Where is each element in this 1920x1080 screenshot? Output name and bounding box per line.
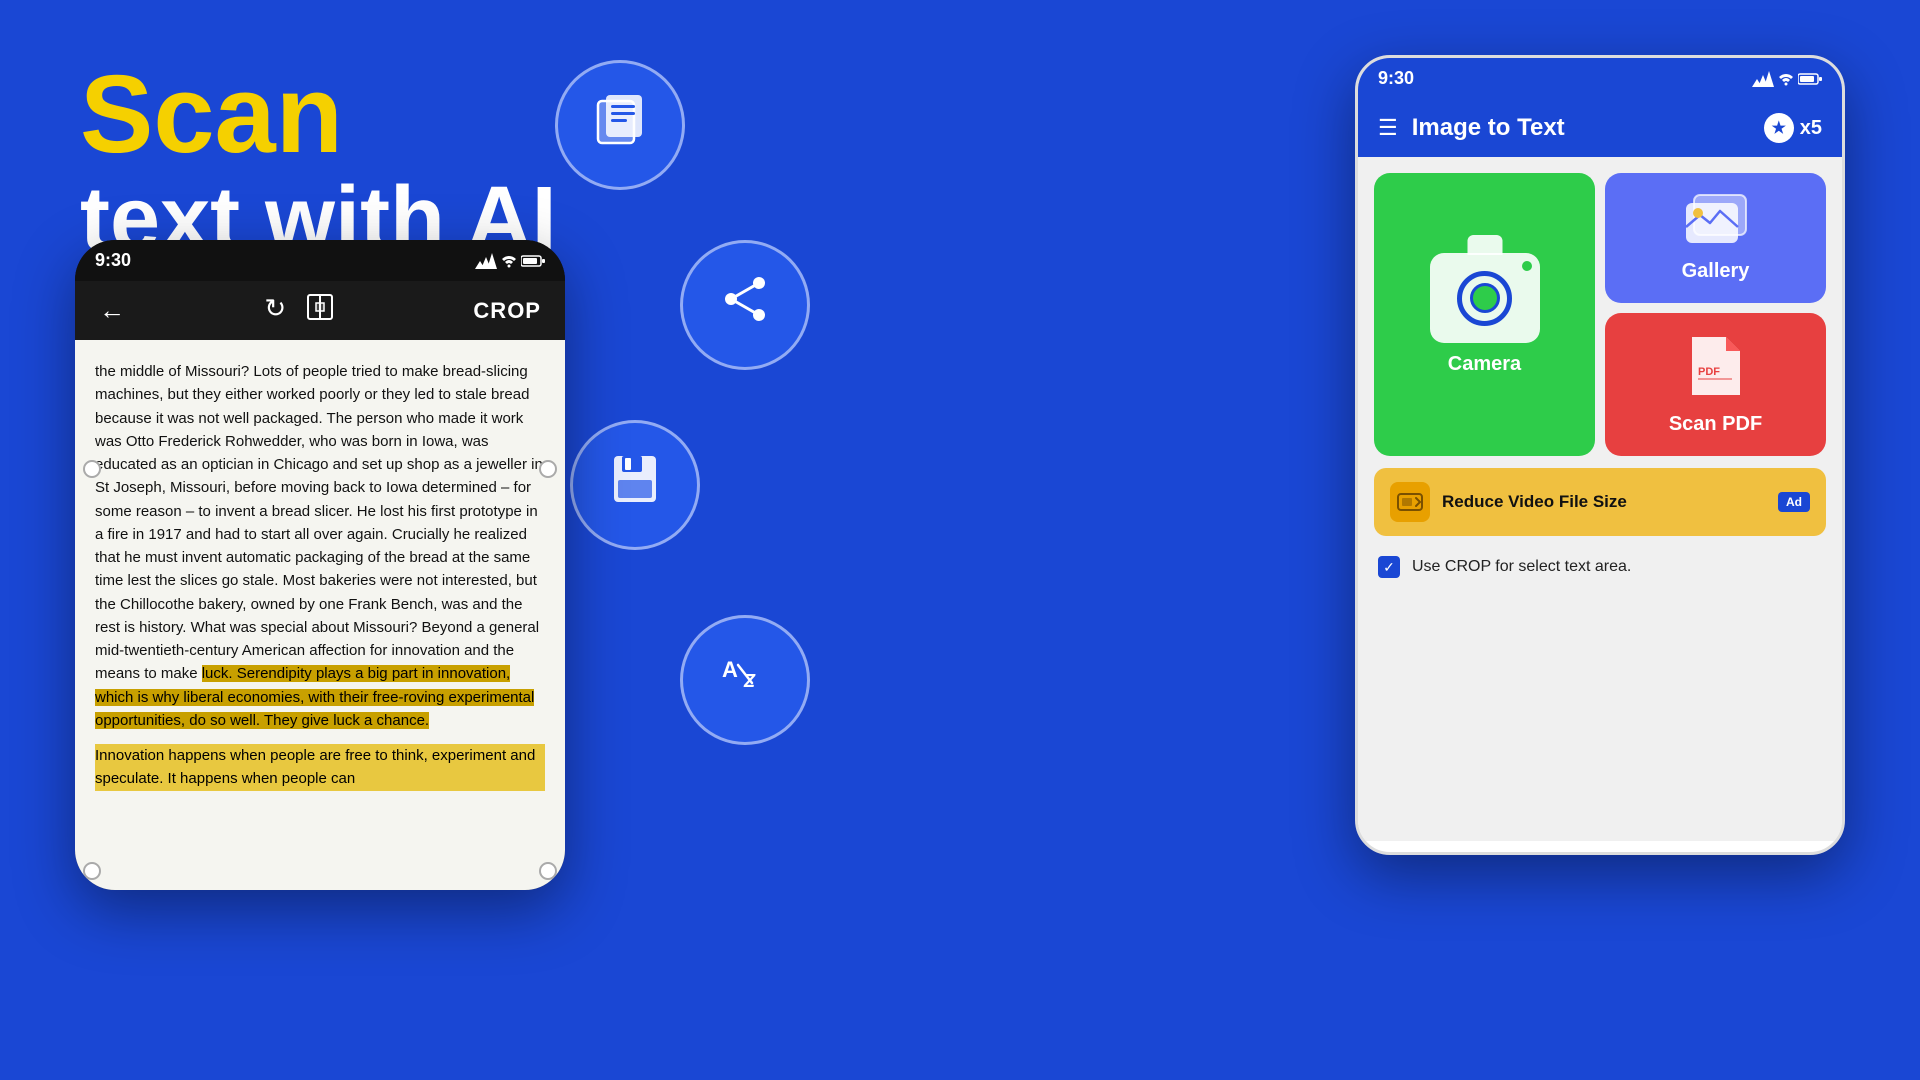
phone-right: 9:30 ☰ Image to Text ★ xyxy=(1355,55,1845,855)
phone-left: 9:30 ← ↻ xyxy=(75,240,565,890)
circle-docs[interactable] xyxy=(555,60,685,190)
phone-left-toolbar: ← ↻ CROP xyxy=(75,281,565,340)
svg-text:A: A xyxy=(722,657,738,682)
circle-share[interactable] xyxy=(680,240,810,370)
toolbar-center: ↻ xyxy=(264,293,334,328)
premium-count: x5 xyxy=(1800,117,1822,140)
crop-handle-bl[interactable] xyxy=(83,862,101,880)
crop-checkbox-label: Use CROP for select text area. xyxy=(1412,558,1631,576)
camera-icon xyxy=(1430,253,1540,343)
gallery-label: Gallery xyxy=(1682,260,1750,283)
camera-button[interactable]: Camera xyxy=(1374,173,1595,456)
pdf-label: Scan PDF xyxy=(1669,413,1762,436)
circle-translate[interactable]: A Z xyxy=(680,615,810,745)
highlighted-text-2: Innovation happens when people are free … xyxy=(95,744,545,791)
header-left: ☰ Image to Text xyxy=(1378,114,1565,142)
ad-text: Reduce Video File Size xyxy=(1442,492,1766,512)
body-text: the middle of Missouri? Lots of people t… xyxy=(95,360,545,732)
app-title: Image to Text xyxy=(1412,114,1565,142)
phone-right-body: Camera Gallery xyxy=(1358,157,1842,841)
hero-section: Scan text with AI xyxy=(80,60,557,269)
gallery-button[interactable]: Gallery xyxy=(1605,173,1826,303)
phone-left-time: 9:30 xyxy=(95,250,131,271)
svg-text:PDF: PDF xyxy=(1698,366,1720,378)
ad-banner[interactable]: Reduce Video File Size Ad xyxy=(1374,468,1826,536)
status-icons xyxy=(475,253,545,269)
hero-scan-label: Scan xyxy=(80,60,557,170)
ad-badge: Ad xyxy=(1778,492,1810,512)
phone-right-time: 9:30 xyxy=(1378,68,1414,89)
crop-handle-tl[interactable] xyxy=(83,460,101,478)
crop-handle-br[interactable] xyxy=(539,862,557,880)
ad-icon xyxy=(1390,482,1430,522)
right-status-icons xyxy=(1752,71,1822,87)
crop-checkbox[interactable]: ✓ xyxy=(1378,556,1400,578)
checkbox-check: ✓ xyxy=(1383,559,1395,576)
scan-grid: Camera Gallery xyxy=(1374,173,1826,456)
phone-right-header: ☰ Image to Text ★ x5 xyxy=(1358,99,1842,157)
camera-lens-inner xyxy=(1470,283,1500,313)
crop-label[interactable]: CROP xyxy=(473,298,541,324)
pdf-icon: PDF xyxy=(1688,333,1743,403)
crop-handle-tr[interactable] xyxy=(539,460,557,478)
share-icon xyxy=(717,271,773,340)
gallery-icon xyxy=(1682,193,1750,250)
crop-checkbox-row[interactable]: ✓ Use CROP for select text area. xyxy=(1374,550,1826,584)
star-icon: ★ xyxy=(1764,113,1794,143)
docs-icon xyxy=(590,89,650,162)
back-button[interactable]: ← xyxy=(99,295,125,326)
save-icon xyxy=(606,450,664,521)
camera-dot xyxy=(1522,261,1532,271)
menu-icon[interactable]: ☰ xyxy=(1378,115,1398,141)
phone-left-status-bar: 9:30 xyxy=(75,240,565,281)
translate-icon: A Z xyxy=(716,645,774,716)
premium-badge[interactable]: ★ x5 xyxy=(1764,113,1822,143)
pdf-button[interactable]: PDF Scan PDF xyxy=(1605,313,1826,456)
circle-save[interactable] xyxy=(570,420,700,550)
phone-left-content: the middle of Missouri? Lots of people t… xyxy=(75,340,565,890)
crop-toggle-icon[interactable] xyxy=(306,293,334,328)
camera-lens xyxy=(1457,271,1512,326)
rotate-icon[interactable]: ↻ xyxy=(264,293,286,328)
highlighted-text-1: luck. Serendipity plays a big part in in… xyxy=(95,665,534,729)
phone-right-status-bar: 9:30 xyxy=(1358,58,1842,99)
camera-label: Camera xyxy=(1448,353,1521,376)
